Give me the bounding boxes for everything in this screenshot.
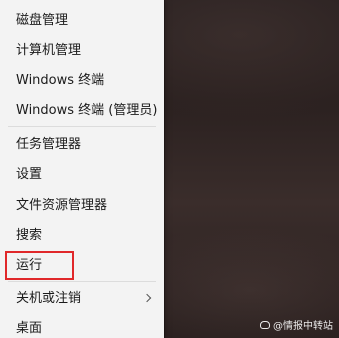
menu-item-label: 文件资源管理器 <box>16 197 108 213</box>
menu-item-label: 桌面 <box>16 320 43 336</box>
menu-item-computer-management[interactable]: 计算机管理 <box>0 37 164 63</box>
menu-item-label: Windows 终端 <box>16 72 105 88</box>
menu-item-label: 关机或注销 <box>16 290 82 306</box>
context-menu: 磁盘管理 计算机管理 Windows 终端 Windows 终端 (管理员) 任… <box>0 0 164 338</box>
menu-item-label: Windows 终端 (管理员) <box>16 102 158 118</box>
menu-item-shutdown-or-signout[interactable]: 关机或注销 <box>0 285 164 311</box>
menu-item-disk-management[interactable]: 磁盘管理 <box>0 7 164 33</box>
menu-item-windows-terminal[interactable]: Windows 终端 <box>0 67 164 93</box>
weibo-like-icon <box>260 320 270 330</box>
menu-item-task-manager[interactable]: 任务管理器 <box>0 131 164 157</box>
menu-item-run[interactable]: 运行 <box>0 252 164 278</box>
menu-item-label: 计算机管理 <box>16 42 82 58</box>
menu-divider <box>8 126 156 127</box>
menu-item-label: 运行 <box>16 257 43 273</box>
menu-item-settings[interactable]: 设置 <box>0 161 164 187</box>
menu-item-label: 搜索 <box>16 227 43 243</box>
menu-item-windows-terminal-admin[interactable]: Windows 终端 (管理员) <box>0 97 164 123</box>
menu-divider <box>8 281 156 282</box>
menu-item-file-explorer[interactable]: 文件资源管理器 <box>0 192 164 218</box>
chevron-right-icon <box>142 293 152 303</box>
menu-item-label: 设置 <box>16 166 43 182</box>
menu-item-label: 任务管理器 <box>16 136 82 152</box>
watermark: @情报中转站 <box>260 317 333 332</box>
menu-item-search[interactable]: 搜索 <box>0 222 164 248</box>
watermark-text: @情报中转站 <box>273 321 333 332</box>
menu-item-label: 磁盘管理 <box>16 12 69 28</box>
menu-item-desktop[interactable]: 桌面 <box>0 315 164 338</box>
